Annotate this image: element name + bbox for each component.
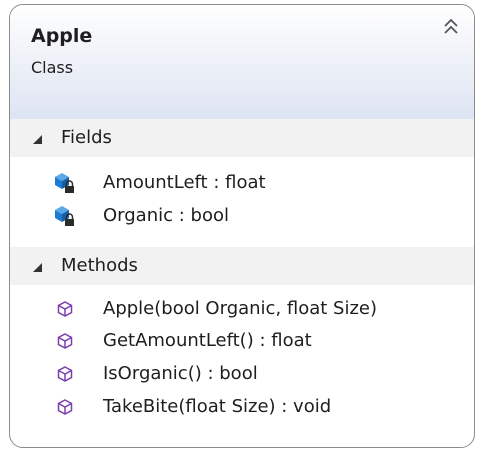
field-row[interactable]: AmountLeft : float [10,169,474,199]
class-header: Apple Class [10,5,474,120]
methods-section-label: Methods [61,255,138,276]
expanded-triangle-icon[interactable] [31,131,45,145]
method-text: TakeBite(float Size) : void [103,396,332,417]
method-row[interactable]: GetAmountLeft() : float [10,327,474,357]
field-row[interactable]: Organic : bool [10,202,474,232]
method-row[interactable]: IsOrganic() : bool [10,360,474,390]
field-text: Organic : bool [103,205,229,226]
method-icon [56,398,76,418]
class-shape-apple[interactable]: Apple Class Fields AmountLeft : float Or… [9,4,475,448]
method-text: IsOrganic() : bool [103,363,258,384]
method-icon [56,300,76,320]
fields-section-header[interactable]: Fields [10,119,474,157]
methods-section-header[interactable]: Methods [10,247,474,285]
private-field-icon [53,204,74,226]
fields-section-label: Fields [61,127,112,148]
method-icon [56,365,76,385]
expanded-triangle-icon[interactable] [31,259,45,273]
private-field-icon [53,171,74,193]
field-text: AmountLeft : float [103,172,266,193]
method-text: Apple(bool Organic, float Size) [103,298,378,319]
method-icon [56,332,76,352]
method-row[interactable]: Apple(bool Organic, float Size) [10,295,474,325]
method-row[interactable]: TakeBite(float Size) : void [10,393,474,423]
class-name: Apple [31,25,93,47]
method-text: GetAmountLeft() : float [103,330,312,351]
collapse-chevron-icon[interactable] [442,17,460,37]
class-stereotype: Class [31,58,74,77]
